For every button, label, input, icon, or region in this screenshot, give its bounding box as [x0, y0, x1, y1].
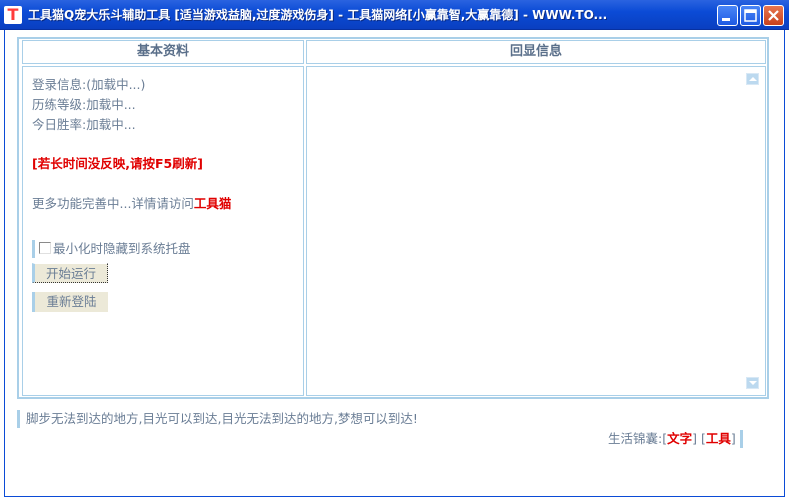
relogin-button[interactable]: 重新登陆: [32, 292, 108, 312]
minimize-button[interactable]: [717, 5, 738, 26]
life-tips-links: 生活锦囊:[文字] [工具]: [608, 430, 743, 448]
minimize-to-tray-option[interactable]: 最小化时隐藏到系统托盘: [32, 240, 191, 258]
winrate-info: 今日胜率:加载中...: [32, 117, 136, 132]
echo-info-header: 回显信息: [306, 40, 766, 64]
title-bar: T 工具猫Q宠大乐斗辅助工具 [适当游戏益脑,过度游戏伤身] - 工具猫网络[小…: [0, 0, 789, 30]
login-info: 登录信息:(加载中...): [32, 77, 146, 92]
app-icon: T: [4, 6, 22, 24]
start-button[interactable]: 开始运行: [32, 263, 108, 283]
window-title: 工具猫Q宠大乐斗辅助工具 [适当游戏益脑,过度游戏伤身] - 工具猫网络[小赢靠…: [28, 8, 608, 22]
level-info: 历练等级:加载中...: [32, 97, 136, 112]
minimize-to-tray-checkbox[interactable]: [39, 242, 51, 254]
arrow-up-icon: [749, 77, 757, 81]
more-features-text: 更多功能完善中...详情请访问工具猫: [32, 193, 231, 212]
minimize-icon: [722, 18, 730, 21]
tools-link[interactable]: 工具: [706, 431, 731, 446]
toolcat-link[interactable]: 工具猫: [194, 196, 232, 211]
text-link[interactable]: 文字: [667, 431, 692, 446]
motto-text: 脚步无法到达的地方,目光可以到达,目光无法到达的地方,梦想可以到达!: [17, 410, 418, 428]
close-button[interactable]: [763, 5, 784, 26]
scroll-down-button[interactable]: [746, 377, 759, 389]
maximize-icon: [744, 9, 757, 22]
life-tips-label: 生活锦囊:: [608, 431, 663, 446]
echo-info-panel[interactable]: [306, 66, 766, 396]
more-features-prefix: 更多功能完善中...详情请访问: [32, 196, 194, 211]
bracket-close-1: ]: [692, 431, 698, 446]
arrow-down-icon: [749, 381, 757, 385]
maximize-button[interactable]: [740, 5, 761, 26]
close-icon: [768, 10, 779, 21]
refresh-warning: [若长时间没反映,请按F5刷新]: [32, 156, 203, 171]
basic-info-header: 基本资料: [22, 40, 304, 64]
minimize-to-tray-label: 最小化时隐藏到系统托盘: [53, 241, 191, 256]
scroll-up-button[interactable]: [746, 73, 759, 85]
bracket-close-2: ]: [730, 431, 736, 446]
